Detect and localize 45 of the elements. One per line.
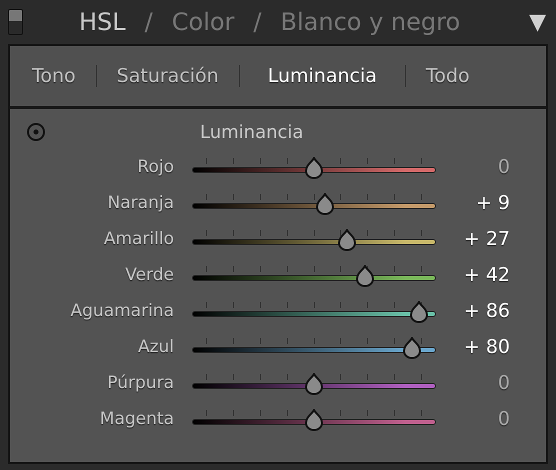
mode-tab[interactable]: Todo: [412, 61, 484, 91]
slider-label: Aguamarina: [70, 301, 174, 321]
slider[interactable]: [192, 193, 436, 215]
slider[interactable]: [192, 409, 436, 431]
slider[interactable]: [192, 301, 436, 323]
slider[interactable]: [192, 157, 436, 179]
collapse-arrow[interactable]: ▼: [529, 10, 546, 34]
slider-thumb[interactable]: [408, 301, 430, 323]
section-tab[interactable]: Blanco y negro: [280, 8, 460, 36]
panel-title: Luminancia: [200, 122, 304, 142]
slider-value: + 27: [464, 228, 510, 250]
slider-thumb[interactable]: [314, 193, 336, 215]
separator: /: [144, 8, 153, 36]
slider-thumb[interactable]: [303, 157, 325, 179]
slider-value: 0: [498, 156, 510, 178]
slider-value: + 42: [464, 264, 510, 286]
slider-value: + 86: [464, 300, 510, 322]
panel-toggle[interactable]: [8, 9, 23, 35]
slider[interactable]: [192, 337, 436, 359]
slider-label: Rojo: [137, 157, 174, 177]
slider-value: + 9: [476, 192, 510, 214]
slider-label: Amarillo: [104, 229, 174, 249]
mode-tab[interactable]: Luminancia: [246, 61, 399, 91]
slider[interactable]: [192, 265, 436, 287]
slider[interactable]: [192, 373, 436, 395]
slider-thumb[interactable]: [303, 409, 325, 431]
slider-label: Magenta: [100, 409, 174, 429]
target-adjust-icon[interactable]: [26, 122, 46, 142]
slider-thumb[interactable]: [354, 265, 376, 287]
slider[interactable]: [192, 229, 436, 251]
slider-label: Azul: [138, 337, 174, 357]
slider-label: Verde: [125, 265, 174, 285]
slider-label: Naranja: [108, 193, 174, 213]
slider-value: 0: [498, 372, 510, 394]
slider-thumb[interactable]: [400, 337, 423, 359]
section-tab[interactable]: Color: [172, 8, 234, 36]
slider-value: + 80: [464, 336, 510, 358]
slider-thumb[interactable]: [336, 229, 358, 251]
mode-tab[interactable]: Saturación: [102, 61, 233, 91]
section-tab[interactable]: HSL: [79, 8, 126, 36]
mode-tab[interactable]: Tono: [18, 61, 90, 91]
slider-value: 0: [498, 408, 510, 430]
slider-thumb[interactable]: [303, 373, 325, 395]
slider-label: Púrpura: [107, 373, 174, 393]
separator: /: [253, 8, 262, 36]
